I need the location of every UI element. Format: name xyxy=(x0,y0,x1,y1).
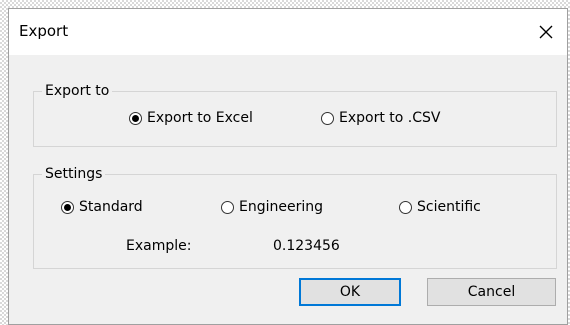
radio-standard-label: Standard xyxy=(79,199,143,215)
settings-group-label: Settings xyxy=(42,166,106,182)
radio-engineering-label: Engineering xyxy=(239,199,323,215)
close-button[interactable] xyxy=(531,17,561,47)
export-to-group: Export to Export to Excel Export to .CSV xyxy=(33,83,557,147)
radio-export-csv-circle xyxy=(321,111,334,125)
radio-export-csv-label: Export to .CSV xyxy=(339,110,441,126)
radio-export-excel-circle xyxy=(129,111,142,125)
radio-standard-circle xyxy=(61,200,74,214)
cancel-button[interactable]: Cancel xyxy=(427,278,556,306)
radio-scientific-label: Scientific xyxy=(417,199,481,215)
radio-engineering-circle xyxy=(221,200,234,214)
export-dialog: Export Export to Export to Excel Export … xyxy=(8,8,568,325)
example-label: Example: xyxy=(126,238,192,254)
radio-engineering[interactable]: Engineering xyxy=(221,199,323,215)
radio-scientific-circle xyxy=(399,200,412,214)
title-bar: Export xyxy=(9,9,567,55)
radio-export-excel[interactable]: Export to Excel xyxy=(129,110,253,126)
radio-standard[interactable]: Standard xyxy=(61,199,143,215)
export-to-group-label: Export to xyxy=(42,83,113,99)
close-icon xyxy=(539,25,553,39)
ok-button[interactable]: OK xyxy=(299,278,401,306)
settings-group: Settings Standard Engineering Scientific… xyxy=(33,166,557,269)
dialog-title: Export xyxy=(19,22,69,40)
radio-export-excel-label: Export to Excel xyxy=(147,110,253,126)
radio-scientific[interactable]: Scientific xyxy=(399,199,481,215)
radio-export-csv[interactable]: Export to .CSV xyxy=(321,110,440,126)
example-value: 0.123456 xyxy=(273,238,340,254)
